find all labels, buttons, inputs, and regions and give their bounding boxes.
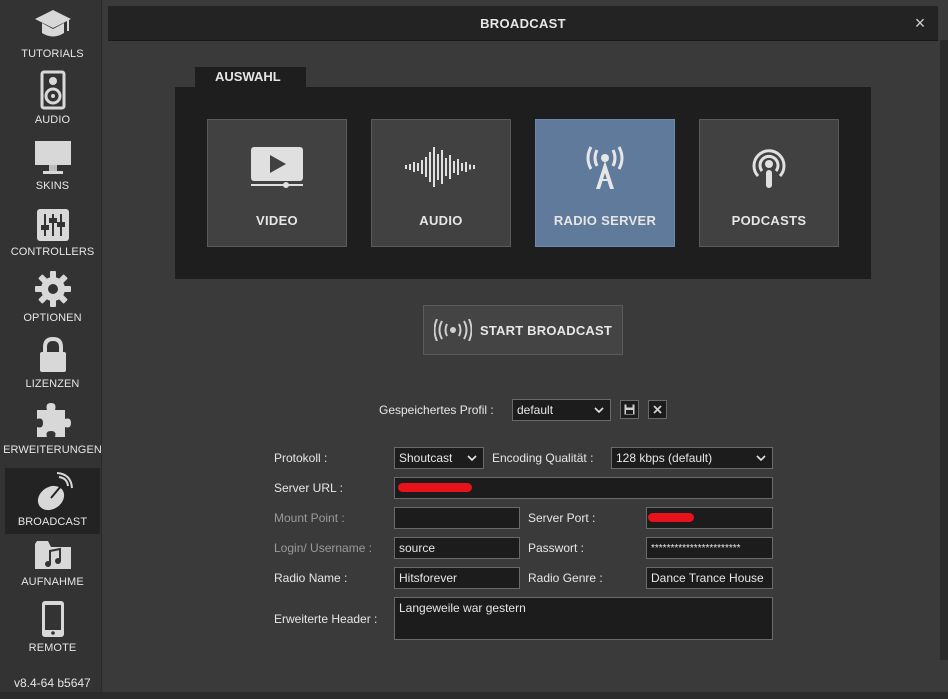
podcast-icon [752, 149, 786, 188]
encoding-select[interactable]: 128 kbps (default) [611, 447, 773, 469]
chevron-down-icon [594, 407, 604, 414]
tile-label: RADIO SERVER [553, 213, 657, 228]
sidebar-item-lizenzen[interactable]: LIZENZEN [5, 330, 100, 396]
app-window: TUTORIALS AUDIO SKINS CONTROLLERS OPTION… [0, 0, 948, 699]
header-textarea[interactable]: Langeweile war gestern [394, 597, 773, 640]
sidebar-item-controllers[interactable]: CONTROLLERS [5, 198, 100, 264]
sidebar-item-audio[interactable]: AUDIO [5, 66, 100, 132]
video-play-icon [251, 147, 303, 188]
header-label: Erweiterte Header : [274, 612, 378, 626]
broadcast-waves-icon [433, 319, 472, 341]
sidebar-item-label: ERWEITERUNGEN [3, 444, 102, 456]
sidebar-item-skins[interactable]: SKINS [5, 132, 100, 198]
start-broadcast-button[interactable]: START BROADCAST [423, 305, 623, 355]
sidebar-item-aufnahme[interactable]: AUFNAHME [5, 528, 100, 594]
sidebar-item-label: BROADCAST [17, 516, 88, 528]
monitor-icon [34, 141, 71, 174]
sidebar-item-label: SKINS [35, 180, 70, 192]
tile-video[interactable]: VIDEO [207, 119, 347, 247]
sidebar-item-tutorials[interactable]: TUTORIALS [5, 0, 100, 66]
server-port-label: Server Port : [528, 511, 596, 525]
password-label: Passwort : [528, 541, 585, 555]
sidebar-item-label: LIZENZEN [25, 378, 80, 390]
tile-label: PODCASTS [731, 213, 807, 228]
chevron-down-icon [756, 455, 766, 462]
protokoll-label: Protokoll : [274, 451, 328, 465]
sidebar-item-erweiterungen[interactable]: ERWEITERUNGEN [3, 396, 102, 462]
tile-label: VIDEO [256, 213, 298, 228]
chevron-down-icon [467, 455, 477, 462]
sidebar: TUTORIALS AUDIO SKINS CONTROLLERS OPTION… [0, 0, 102, 699]
password-input[interactable]: *********************** [646, 537, 773, 559]
status-strip [0, 692, 948, 699]
radio-genre-input[interactable]: Dance Trance House [646, 567, 773, 589]
mount-point-input[interactable] [394, 507, 520, 529]
music-folder-icon [34, 541, 71, 569]
floppy-disk-icon [624, 404, 635, 415]
close-icon [653, 405, 662, 414]
protokoll-select-value: Shoutcast [399, 451, 453, 465]
gear-icon [34, 271, 71, 307]
version-label: v8.4-64 b5647 [14, 676, 91, 690]
tile-label: AUDIO [419, 213, 463, 228]
protokoll-select[interactable]: Shoutcast [394, 447, 484, 469]
lock-icon [39, 336, 66, 372]
login-input[interactable]: source [394, 537, 520, 559]
sidebar-item-label: AUFNAHME [21, 576, 84, 588]
sidebar-item-label: AUDIO [34, 114, 71, 126]
sidebar-item-label: REMOTE [28, 642, 77, 654]
profile-select-value: default [517, 403, 554, 417]
profile-label: Gespeichertes Profil : [379, 403, 494, 417]
encoding-label: Encoding Qualität : [492, 451, 594, 465]
mount-point-label: Mount Point : [274, 511, 345, 525]
scrollbar-track [940, 40, 948, 660]
server-url-label: Server URL : [274, 481, 343, 495]
redaction-mark [398, 483, 472, 492]
start-broadcast-label: START BROADCAST [479, 322, 613, 338]
radio-name-label: Radio Name : [274, 571, 348, 585]
sidebar-item-label: OPTIONEN [23, 312, 82, 324]
satellite-dish-icon [37, 472, 73, 511]
redaction-mark [648, 513, 694, 522]
sidebar-item-optionen[interactable]: OPTIONEN [5, 264, 100, 330]
waveform-icon [405, 147, 475, 187]
profile-select[interactable]: default [512, 399, 611, 421]
tile-audio[interactable]: AUDIO [371, 119, 511, 247]
sidebar-item-broadcast[interactable]: BROADCAST [5, 468, 100, 534]
phone-icon [41, 601, 64, 637]
login-label: Login/ Username : [274, 541, 373, 555]
tile-podcasts[interactable]: PODCASTS [699, 119, 839, 247]
sidebar-item-remote[interactable]: REMOTE [5, 594, 100, 660]
dialog-titlebar: BROADCAST × [108, 6, 938, 41]
radio-tower-icon [586, 146, 624, 189]
radio-genre-label: Radio Genre : [528, 571, 603, 585]
delete-profile-button[interactable] [648, 400, 667, 419]
tile-radio-server[interactable]: RADIO SERVER [535, 119, 675, 247]
graduation-cap-icon [34, 10, 71, 37]
sidebar-item-label: CONTROLLERS [10, 246, 95, 258]
dialog-title: BROADCAST [480, 16, 566, 31]
save-profile-button[interactable] [620, 400, 639, 419]
sidebar-item-label: TUTORIALS [21, 48, 84, 60]
puzzle-icon [36, 403, 71, 437]
close-button[interactable]: × [910, 13, 930, 33]
speaker-icon [40, 70, 65, 110]
encoding-select-value: 128 kbps (default) [616, 451, 713, 465]
auswahl-tab: AUSWAHL [195, 67, 306, 89]
mixer-sliders-icon [36, 209, 69, 241]
radio-name-input[interactable]: Hitsforever [394, 567, 520, 589]
